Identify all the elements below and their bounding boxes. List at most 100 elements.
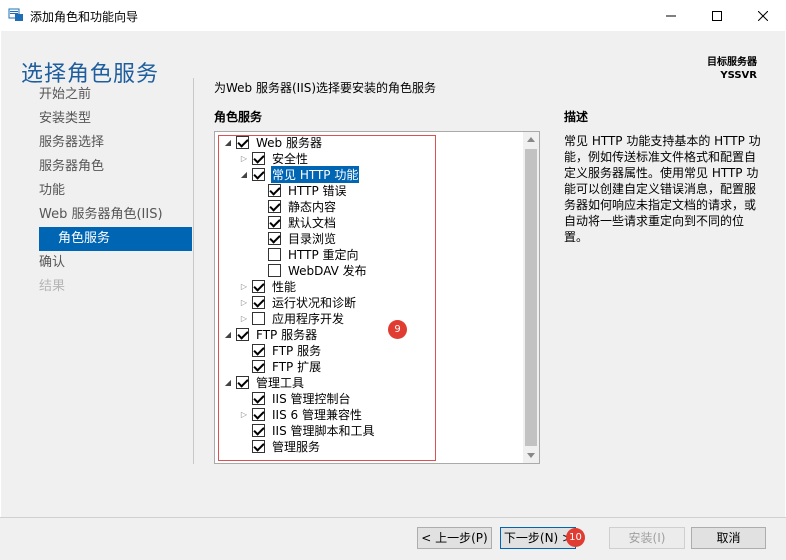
tree-item-label[interactable]: Web 服务器 — [255, 134, 323, 151]
nav-item-results: 结果 — [39, 279, 66, 294]
tree-scrollbar[interactable] — [523, 132, 539, 463]
close-button[interactable] — [740, 0, 786, 31]
nav-item-server-roles[interactable]: 服务器角色 — [38, 155, 192, 179]
tree-item-iis-management-scripts-and-tools[interactable]: IIS 管理脚本和工具 — [239, 422, 376, 438]
tree-item-webdav-publishing[interactable]: WebDAV 发布 — [255, 262, 368, 278]
checkbox[interactable] — [268, 247, 281, 261]
tree-item-label[interactable]: 常见 HTTP 功能 — [271, 165, 360, 183]
collapse-arrow-icon[interactable]: ◢ — [223, 374, 233, 390]
cancel-button[interactable]: 取消 — [691, 527, 766, 549]
checkbox[interactable] — [252, 359, 265, 373]
tree-item-iis-management-console[interactable]: IIS 管理控制台 — [239, 390, 352, 406]
checkbox[interactable] — [252, 295, 265, 309]
tree-item-label[interactable]: 静态内容 — [287, 198, 337, 215]
scroll-up-icon[interactable] — [527, 137, 535, 142]
checkbox[interactable] — [236, 327, 249, 341]
checkbox[interactable] — [268, 263, 281, 277]
tree-item-security[interactable]: ▷ 安全性 — [239, 150, 309, 166]
collapse-arrow-icon[interactable]: ◢ — [223, 134, 233, 150]
checkbox[interactable] — [252, 407, 265, 421]
tree-item-label[interactable]: 性能 — [271, 278, 297, 295]
tree-item-label[interactable]: FTP 服务器 — [255, 326, 318, 343]
tree-item-ftp-server[interactable]: ◢ FTP 服务器 — [223, 326, 318, 342]
tree-item-http-errors[interactable]: HTTP 错误 — [255, 182, 348, 198]
checkbox[interactable] — [252, 343, 265, 357]
checkbox[interactable] — [252, 311, 265, 325]
checkbox[interactable] — [252, 151, 265, 165]
checkbox[interactable] — [268, 183, 281, 197]
nav-item-web-server-role[interactable]: Web 服务器角色(IIS) — [38, 203, 192, 227]
checkbox[interactable] — [236, 135, 249, 149]
scroll-thumb[interactable] — [525, 149, 537, 446]
role-services-label: 角色服务 — [214, 110, 263, 124]
minimize-button[interactable] — [648, 0, 694, 31]
tree-item-directory-browsing[interactable]: 目录浏览 — [255, 230, 337, 246]
tree-item-ftp-service[interactable]: FTP 服务 — [239, 342, 322, 358]
checkbox[interactable] — [268, 199, 281, 213]
tree-item-label[interactable]: FTP 服务 — [271, 342, 322, 359]
tree-item-management-tools[interactable]: ◢ 管理工具 — [223, 374, 305, 390]
nav-item-installation-type[interactable]: 安装类型 — [38, 107, 192, 131]
tree-item-label[interactable]: IIS 管理脚本和工具 — [271, 422, 376, 439]
tree-item-label[interactable]: HTTP 重定向 — [287, 246, 360, 263]
tree-item-common-http-features[interactable]: ◢ 常见 HTTP 功能 — [239, 165, 360, 183]
checkbox[interactable] — [268, 215, 281, 229]
annotation-badge-9: 9 — [388, 320, 407, 339]
checkbox[interactable] — [252, 423, 265, 437]
tree-item-label[interactable]: 管理服务 — [271, 438, 321, 455]
expand-arrow-icon[interactable]: ▷ — [239, 278, 249, 294]
maximize-button[interactable] — [694, 0, 740, 31]
tree-item-label[interactable]: IIS 管理控制台 — [271, 390, 352, 407]
minimize-icon — [666, 15, 676, 16]
tree-item-web-server[interactable]: ◢ Web 服务器 — [223, 134, 323, 150]
checkbox[interactable] — [252, 439, 265, 453]
tree-item-default-document[interactable]: 默认文档 — [255, 214, 337, 230]
tree-item-application-development[interactable]: ▷ 应用程序开发 — [239, 310, 345, 326]
description-text: 常见 HTTP 功能支持基本的 HTTP 功能，例如传送标准文件格式和配置自定义… — [564, 134, 761, 244]
nav-item-confirmation[interactable]: 确认 — [38, 251, 192, 275]
collapse-arrow-icon[interactable]: ◢ — [223, 326, 233, 342]
previous-button[interactable]: < 上一步(P) — [417, 527, 492, 549]
expand-arrow-icon[interactable]: ▷ — [239, 150, 249, 166]
scroll-down-icon[interactable] — [527, 453, 535, 458]
tree-item-health-and-diagnostics[interactable]: ▷ 运行状况和诊断 — [239, 294, 357, 310]
checkbox[interactable] — [236, 375, 249, 389]
tree-item-label[interactable]: WebDAV 发布 — [287, 262, 368, 279]
tree-item-label[interactable]: IIS 6 管理兼容性 — [271, 406, 363, 423]
checkbox[interactable] — [252, 391, 265, 405]
nav-item-features[interactable]: 功能 — [38, 179, 192, 203]
content-heading: 为Web 服务器(IIS)选择要安装的角色服务 — [214, 81, 437, 95]
expand-arrow-icon[interactable]: ▷ — [239, 406, 249, 422]
expand-arrow-icon[interactable]: ▷ — [239, 310, 249, 326]
tree-item-label[interactable]: FTP 扩展 — [271, 358, 322, 375]
collapse-arrow-icon[interactable]: ◢ — [239, 166, 249, 182]
next-button[interactable]: 下一步(N) > — [500, 527, 576, 549]
tree-item-label[interactable]: 应用程序开发 — [271, 310, 345, 327]
tree-item-ftp-extensibility[interactable]: FTP 扩展 — [239, 358, 322, 374]
annotation-badge-10: 10 — [566, 528, 585, 547]
tree-item-label[interactable]: HTTP 错误 — [287, 182, 348, 199]
tree-item-http-redirection[interactable]: HTTP 重定向 — [255, 246, 360, 262]
nav-item-before-you-begin[interactable]: 开始之前 — [38, 83, 192, 107]
wizard-nav: 开始之前 安装类型 服务器选择 服务器角色 功能 Web 服务器角色(IIS) … — [38, 83, 192, 299]
checkbox[interactable] — [252, 167, 265, 181]
tree-item-label[interactable]: 默认文档 — [287, 214, 337, 231]
expand-arrow-icon[interactable]: ▷ — [239, 294, 249, 310]
nav-item-server-selection[interactable]: 服务器选择 — [38, 131, 192, 155]
tree-item-iis6-management-compatibility[interactable]: ▷ IIS 6 管理兼容性 — [239, 406, 363, 422]
checkbox[interactable] — [252, 279, 265, 293]
tree-item-label[interactable]: 管理工具 — [255, 374, 305, 391]
tree-item-management-service[interactable]: 管理服务 — [239, 438, 321, 454]
nav-item-role-services[interactable]: 角色服务 — [39, 227, 192, 251]
tree-item-label[interactable]: 目录浏览 — [287, 230, 337, 247]
tree-item-static-content[interactable]: 静态内容 — [255, 198, 337, 214]
tree-item-label[interactable]: 运行状况和诊断 — [271, 294, 357, 311]
description-title: 描述 — [564, 110, 589, 124]
tree-item-label[interactable]: 安全性 — [271, 150, 309, 167]
checkbox[interactable] — [268, 231, 281, 245]
tree-item-performance[interactable]: ▷ 性能 — [239, 278, 297, 294]
role-services-tree[interactable]: ◢ Web 服务器 ▷ 安全性 ◢ 常见 HTTP 功能 HTTP 错误 静态内容 默认文档 目录… — [214, 131, 540, 464]
